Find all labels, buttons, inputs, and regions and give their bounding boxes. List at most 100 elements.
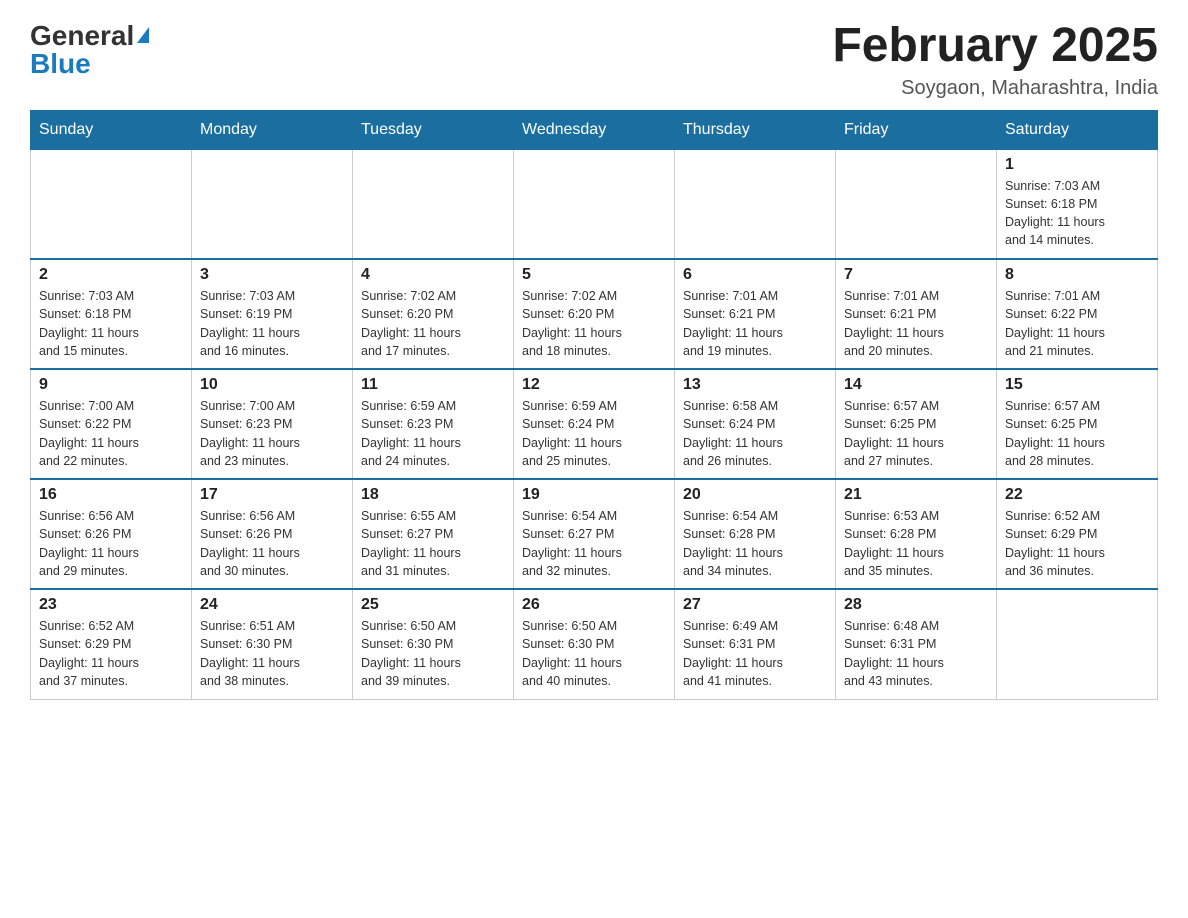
day-info: Sunrise: 7:03 AM Sunset: 6:18 PM Dayligh… <box>1005 177 1149 250</box>
calendar-day-cell <box>997 589 1158 699</box>
day-info: Sunrise: 6:59 AM Sunset: 6:24 PM Dayligh… <box>522 397 666 470</box>
calendar-day-cell: 20 Sunrise: 6:54 AM Sunset: 6:28 PM Dayli… <box>675 479 836 589</box>
calendar-day-cell: 16 Sunrise: 6:56 AM Sunset: 6:26 PM Dayli… <box>31 479 192 589</box>
calendar-day-cell: 19 Sunrise: 6:54 AM Sunset: 6:27 PM Dayli… <box>514 479 675 589</box>
day-info: Sunrise: 6:55 AM Sunset: 6:27 PM Dayligh… <box>361 507 505 580</box>
day-info: Sunrise: 7:03 AM Sunset: 6:18 PM Dayligh… <box>39 287 183 360</box>
day-number: 8 <box>1005 266 1149 284</box>
day-number: 19 <box>522 486 666 504</box>
calendar-day-cell: 4 Sunrise: 7:02 AM Sunset: 6:20 PM Daylig… <box>353 259 514 369</box>
day-info: Sunrise: 7:02 AM Sunset: 6:20 PM Dayligh… <box>522 287 666 360</box>
logo-triangle-icon <box>137 27 149 43</box>
weekday-header: Tuesday <box>353 110 514 149</box>
weekday-header: Monday <box>192 110 353 149</box>
weekday-header: Wednesday <box>514 110 675 149</box>
calendar-day-cell: 3Sunrise: 7:03 AM Sunset: 6:19 PM Daylig… <box>192 259 353 369</box>
day-number: 9 <box>39 376 183 394</box>
day-number: 5 <box>522 266 666 284</box>
calendar-day-cell: 5 Sunrise: 7:02 AM Sunset: 6:20 PM Daylig… <box>514 259 675 369</box>
day-number: 7 <box>844 266 988 284</box>
calendar-day-cell: 24 Sunrise: 6:51 AM Sunset: 6:30 PM Dayli… <box>192 589 353 699</box>
day-info: Sunrise: 7:02 AM Sunset: 6:20 PM Dayligh… <box>361 287 505 360</box>
day-number: 24 <box>200 596 344 614</box>
day-info: Sunrise: 6:51 AM Sunset: 6:30 PM Dayligh… <box>200 617 344 690</box>
day-number: 17 <box>200 486 344 504</box>
calendar-table: SundayMondayTuesdayWednesdayThursdayFrid… <box>30 110 1158 700</box>
weekday-header: Thursday <box>675 110 836 149</box>
day-info: Sunrise: 6:49 AM Sunset: 6:31 PM Dayligh… <box>683 617 827 690</box>
day-info: Sunrise: 6:52 AM Sunset: 6:29 PM Dayligh… <box>1005 507 1149 580</box>
day-info: Sunrise: 6:53 AM Sunset: 6:28 PM Dayligh… <box>844 507 988 580</box>
weekday-header: Saturday <box>997 110 1158 149</box>
day-number: 3 <box>200 266 344 284</box>
day-number: 14 <box>844 376 988 394</box>
calendar-day-cell <box>836 149 997 259</box>
day-info: Sunrise: 7:01 AM Sunset: 6:22 PM Dayligh… <box>1005 287 1149 360</box>
day-info: Sunrise: 6:58 AM Sunset: 6:24 PM Dayligh… <box>683 397 827 470</box>
day-number: 27 <box>683 596 827 614</box>
day-info: Sunrise: 7:01 AM Sunset: 6:21 PM Dayligh… <box>844 287 988 360</box>
calendar-day-cell: 12 Sunrise: 6:59 AM Sunset: 6:24 PM Dayli… <box>514 369 675 479</box>
day-info: Sunrise: 6:56 AM Sunset: 6:26 PM Dayligh… <box>39 507 183 580</box>
weekday-header: Friday <box>836 110 997 149</box>
calendar-week-row: 23 Sunrise: 6:52 AM Sunset: 6:29 PM Dayli… <box>31 589 1158 699</box>
calendar-day-cell <box>514 149 675 259</box>
calendar-week-row: 1 Sunrise: 7:03 AM Sunset: 6:18 PM Daylig… <box>31 149 1158 259</box>
calendar-week-row: 2 Sunrise: 7:03 AM Sunset: 6:18 PM Daylig… <box>31 259 1158 369</box>
calendar-day-cell: 6Sunrise: 7:01 AM Sunset: 6:21 PM Daylig… <box>675 259 836 369</box>
calendar-day-cell: 23 Sunrise: 6:52 AM Sunset: 6:29 PM Dayli… <box>31 589 192 699</box>
calendar-day-cell: 8 Sunrise: 7:01 AM Sunset: 6:22 PM Daylig… <box>997 259 1158 369</box>
day-info: Sunrise: 6:50 AM Sunset: 6:30 PM Dayligh… <box>361 617 505 690</box>
logo-blue-text: Blue <box>30 48 91 80</box>
weekday-header: Sunday <box>31 110 192 149</box>
calendar-day-cell: 25Sunrise: 6:50 AM Sunset: 6:30 PM Dayli… <box>353 589 514 699</box>
weekday-header-row: SundayMondayTuesdayWednesdayThursdayFrid… <box>31 110 1158 149</box>
day-info: Sunrise: 6:50 AM Sunset: 6:30 PM Dayligh… <box>522 617 666 690</box>
day-number: 2 <box>39 266 183 284</box>
day-info: Sunrise: 7:01 AM Sunset: 6:21 PM Dayligh… <box>683 287 827 360</box>
day-number: 20 <box>683 486 827 504</box>
day-info: Sunrise: 7:00 AM Sunset: 6:22 PM Dayligh… <box>39 397 183 470</box>
day-info: Sunrise: 6:57 AM Sunset: 6:25 PM Dayligh… <box>1005 397 1149 470</box>
day-number: 11 <box>361 376 505 394</box>
calendar-day-cell: 10 Sunrise: 7:00 AM Sunset: 6:23 PM Dayli… <box>192 369 353 479</box>
calendar-day-cell: 1 Sunrise: 7:03 AM Sunset: 6:18 PM Daylig… <box>997 149 1158 259</box>
calendar-day-cell: 15 Sunrise: 6:57 AM Sunset: 6:25 PM Dayli… <box>997 369 1158 479</box>
day-info: Sunrise: 6:59 AM Sunset: 6:23 PM Dayligh… <box>361 397 505 470</box>
calendar-day-cell: 22 Sunrise: 6:52 AM Sunset: 6:29 PM Dayli… <box>997 479 1158 589</box>
day-number: 23 <box>39 596 183 614</box>
location-text: Soygaon, Maharashtra, India <box>832 77 1158 100</box>
page-header: General Blue February 2025 Soygaon, Maha… <box>30 20 1158 100</box>
calendar-day-cell: 13 Sunrise: 6:58 AM Sunset: 6:24 PM Dayli… <box>675 369 836 479</box>
day-number: 15 <box>1005 376 1149 394</box>
day-number: 26 <box>522 596 666 614</box>
calendar-day-cell: 21 Sunrise: 6:53 AM Sunset: 6:28 PM Dayli… <box>836 479 997 589</box>
day-number: 12 <box>522 376 666 394</box>
calendar-day-cell: 28Sunrise: 6:48 AM Sunset: 6:31 PM Dayli… <box>836 589 997 699</box>
calendar-day-cell <box>192 149 353 259</box>
calendar-day-cell <box>675 149 836 259</box>
calendar-week-row: 9 Sunrise: 7:00 AM Sunset: 6:22 PM Daylig… <box>31 369 1158 479</box>
month-title: February 2025 <box>832 20 1158 73</box>
day-number: 13 <box>683 376 827 394</box>
day-number: 4 <box>361 266 505 284</box>
day-number: 10 <box>200 376 344 394</box>
day-info: Sunrise: 6:54 AM Sunset: 6:28 PM Dayligh… <box>683 507 827 580</box>
day-number: 21 <box>844 486 988 504</box>
day-info: Sunrise: 6:48 AM Sunset: 6:31 PM Dayligh… <box>844 617 988 690</box>
calendar-day-cell: 18Sunrise: 6:55 AM Sunset: 6:27 PM Dayli… <box>353 479 514 589</box>
title-section: February 2025 Soygaon, Maharashtra, Indi… <box>832 20 1158 100</box>
day-number: 1 <box>1005 156 1149 174</box>
day-info: Sunrise: 7:00 AM Sunset: 6:23 PM Dayligh… <box>200 397 344 470</box>
day-number: 16 <box>39 486 183 504</box>
calendar-day-cell: 26 Sunrise: 6:50 AM Sunset: 6:30 PM Dayli… <box>514 589 675 699</box>
calendar-week-row: 16 Sunrise: 6:56 AM Sunset: 6:26 PM Dayli… <box>31 479 1158 589</box>
calendar-day-cell: 7 Sunrise: 7:01 AM Sunset: 6:21 PM Daylig… <box>836 259 997 369</box>
day-number: 22 <box>1005 486 1149 504</box>
day-info: Sunrise: 6:52 AM Sunset: 6:29 PM Dayligh… <box>39 617 183 690</box>
calendar-day-cell: 2 Sunrise: 7:03 AM Sunset: 6:18 PM Daylig… <box>31 259 192 369</box>
day-info: Sunrise: 6:54 AM Sunset: 6:27 PM Dayligh… <box>522 507 666 580</box>
day-info: Sunrise: 6:56 AM Sunset: 6:26 PM Dayligh… <box>200 507 344 580</box>
calendar-day-cell: 27 Sunrise: 6:49 AM Sunset: 6:31 PM Dayli… <box>675 589 836 699</box>
calendar-day-cell: 17 Sunrise: 6:56 AM Sunset: 6:26 PM Dayli… <box>192 479 353 589</box>
